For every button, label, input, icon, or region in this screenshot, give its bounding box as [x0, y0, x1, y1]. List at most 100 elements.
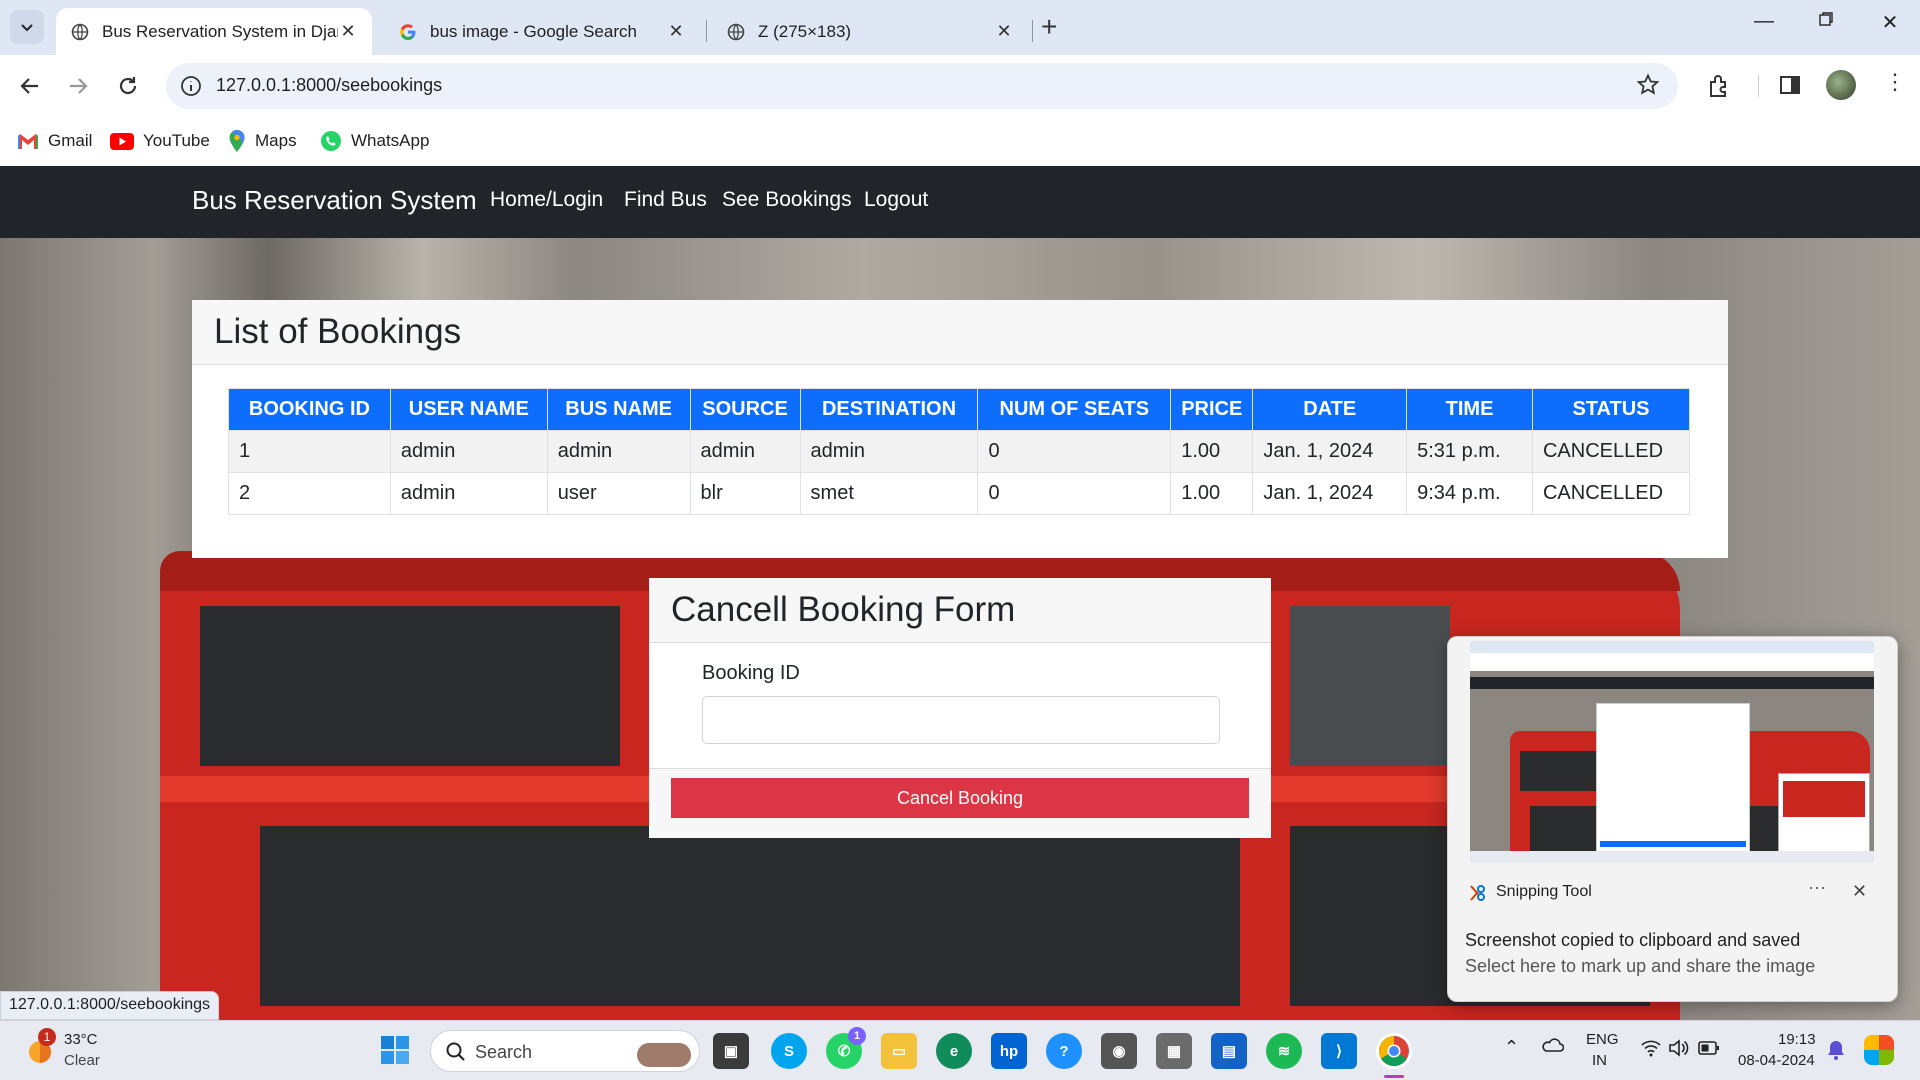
cancel-card-header: Cancell Booking Form: [649, 578, 1271, 643]
column-header: BOOKING ID: [228, 388, 391, 431]
weather-badge: 1: [38, 1028, 56, 1046]
close-tab-icon[interactable]: ✕: [994, 21, 1014, 42]
onedrive-icon[interactable]: [1540, 1035, 1565, 1060]
reload-button[interactable]: [110, 68, 146, 104]
navbar-brand[interactable]: Bus Reservation System: [192, 185, 477, 216]
restore-button[interactable]: [1806, 10, 1846, 33]
myhp-icon[interactable]: hp: [991, 1033, 1027, 1069]
bookmark-star-icon[interactable]: [1636, 73, 1660, 102]
table-cell: 5:31 p.m.: [1406, 430, 1533, 473]
tab-bus-reservation[interactable]: Bus Reservation System in Djan ✕: [56, 8, 372, 55]
table-cell: 1: [228, 430, 391, 473]
close-tab-icon[interactable]: ✕: [666, 21, 686, 42]
clock-date[interactable]: 08-04-2024: [1738, 1052, 1815, 1069]
link-status-bubble: 127.0.0.1:8000/seebookings: [0, 991, 220, 1020]
site-navbar: Bus Reservation System Home/Login Find B…: [0, 166, 1920, 238]
bookmark-youtube[interactable]: YouTube: [110, 127, 210, 155]
youtube-icon: [110, 132, 134, 150]
column-header: BUS NAME: [546, 388, 691, 431]
site-info-icon[interactable]: [180, 75, 202, 102]
weather-temp: 33°C: [64, 1031, 98, 1048]
table-header-row: BOOKING ID USER NAME BUS NAME SOURCE DES…: [228, 388, 1691, 431]
microsoft-store-icon[interactable]: ▤: [1211, 1033, 1247, 1069]
cancel-booking-button[interactable]: Cancel Booking: [671, 778, 1249, 818]
background-bus-window: [260, 826, 1240, 1006]
bookings-table: BOOKING ID USER NAME BUS NAME SOURCE DES…: [228, 388, 1691, 515]
camera-icon[interactable]: ◉: [1101, 1033, 1137, 1069]
wifi-icon[interactable]: [1640, 1039, 1662, 1062]
edge-browser-icon[interactable]: e: [936, 1033, 972, 1069]
toast-body: Select here to mark up and share the ima…: [1465, 956, 1816, 976]
toast-app-name: Snipping Tool: [1496, 883, 1592, 900]
booking-id-input[interactable]: [702, 696, 1220, 744]
weather-desc: Clear: [64, 1052, 100, 1069]
background-bus-window: [1290, 606, 1450, 766]
forward-button[interactable]: [60, 68, 96, 104]
bookmark-whatsapp[interactable]: WhatsApp: [320, 127, 429, 155]
chrome-taskbar-icon[interactable]: [1376, 1033, 1412, 1069]
copilot-icon[interactable]: [1864, 1035, 1894, 1065]
address-bar[interactable]: 127.0.0.1:8000/seebookings: [166, 63, 1678, 109]
close-window-button[interactable]: ✕: [1870, 10, 1910, 35]
bookmark-gmail[interactable]: Gmail: [17, 127, 92, 155]
toast-more-icon[interactable]: ···: [1808, 877, 1826, 898]
battery-icon[interactable]: [1698, 1041, 1720, 1060]
gmail-icon: [17, 133, 39, 150]
minimize-button[interactable]: —: [1744, 10, 1784, 33]
tab-title: Bus Reservation System in Djan: [102, 21, 338, 41]
nav-link-see-bookings[interactable]: See Bookings: [722, 188, 852, 212]
clock-time[interactable]: 19:13: [1778, 1031, 1816, 1048]
back-button[interactable]: [12, 68, 48, 104]
table-cell: CANCELLED: [1531, 430, 1691, 473]
region-indicator[interactable]: IN: [1592, 1052, 1607, 1069]
extensions-icon[interactable]: [1706, 73, 1732, 104]
url-text[interactable]: 127.0.0.1:8000/seebookings: [216, 75, 442, 96]
notification-bell-icon[interactable]: [1826, 1039, 1846, 1066]
reload-icon: [119, 77, 137, 95]
more-menu-icon[interactable]: ⋮: [1884, 69, 1906, 95]
table-cell: user: [546, 472, 691, 515]
task-view-icon[interactable]: ▣: [713, 1033, 749, 1069]
tab-search-button[interactable]: [10, 10, 44, 44]
spotify-icon[interactable]: ≋: [1266, 1033, 1302, 1069]
table-cell: CANCELLED: [1531, 472, 1691, 515]
tips-icon[interactable]: ?: [1046, 1033, 1082, 1069]
table-cell: Jan. 1, 2024: [1252, 430, 1408, 473]
file-explorer-icon[interactable]: ▭: [881, 1033, 917, 1069]
language-indicator[interactable]: ENG: [1586, 1031, 1619, 1048]
nav-link-home-login[interactable]: Home/Login: [490, 188, 603, 212]
nav-link-logout[interactable]: Logout: [864, 188, 928, 212]
chevron-down-icon: [21, 24, 33, 32]
table-cell: 0: [977, 472, 1172, 515]
windows-start-icon[interactable]: [380, 1035, 410, 1070]
skype-icon[interactable]: S: [771, 1033, 807, 1069]
side-panel-icon[interactable]: [1778, 73, 1802, 102]
weather-widget[interactable]: 1: [22, 1028, 62, 1072]
volume-icon[interactable]: [1668, 1039, 1690, 1062]
tab-separator: [1032, 20, 1033, 42]
snipping-tool-icon: [1468, 883, 1488, 908]
show-hidden-icons-chevron[interactable]: ⌃: [1504, 1037, 1519, 1058]
search-placeholder: Search: [475, 1042, 533, 1062]
new-tab-button[interactable]: +: [1041, 12, 1057, 42]
close-tab-icon[interactable]: ✕: [338, 21, 358, 42]
tab-separator: [706, 20, 707, 42]
column-header: SOURCE: [689, 388, 801, 431]
nav-link-find-bus[interactable]: Find Bus: [624, 188, 707, 212]
tab-image[interactable]: Z (275×183) ✕: [712, 8, 1028, 55]
snipping-tool-notification[interactable]: Snipping Tool ··· ✕ Screenshot copied to…: [1447, 636, 1898, 1002]
profile-avatar[interactable]: [1826, 70, 1856, 100]
vscode-icon[interactable]: ⟩: [1321, 1033, 1357, 1069]
table-cell: admin: [389, 430, 548, 473]
bookmark-maps[interactable]: Maps: [228, 127, 297, 155]
toast-close-icon[interactable]: ✕: [1852, 881, 1867, 902]
table-row: 1 admin admin admin admin 0 1.00 Jan. 1,…: [228, 430, 1691, 473]
tab-google-search[interactable]: bus image - Google Search ✕: [384, 8, 700, 55]
table-cell: admin: [546, 430, 691, 473]
taskbar-search-box[interactable]: Search: [430, 1030, 700, 1072]
whatsapp-badge: 1: [848, 1027, 866, 1045]
screenshot-thumbnail[interactable]: [1470, 641, 1874, 863]
whatsapp-taskbar-icon[interactable]: ✆ 1: [826, 1027, 866, 1069]
table-cell: 1.00: [1170, 430, 1254, 473]
calculator-icon[interactable]: ▦: [1156, 1033, 1192, 1069]
